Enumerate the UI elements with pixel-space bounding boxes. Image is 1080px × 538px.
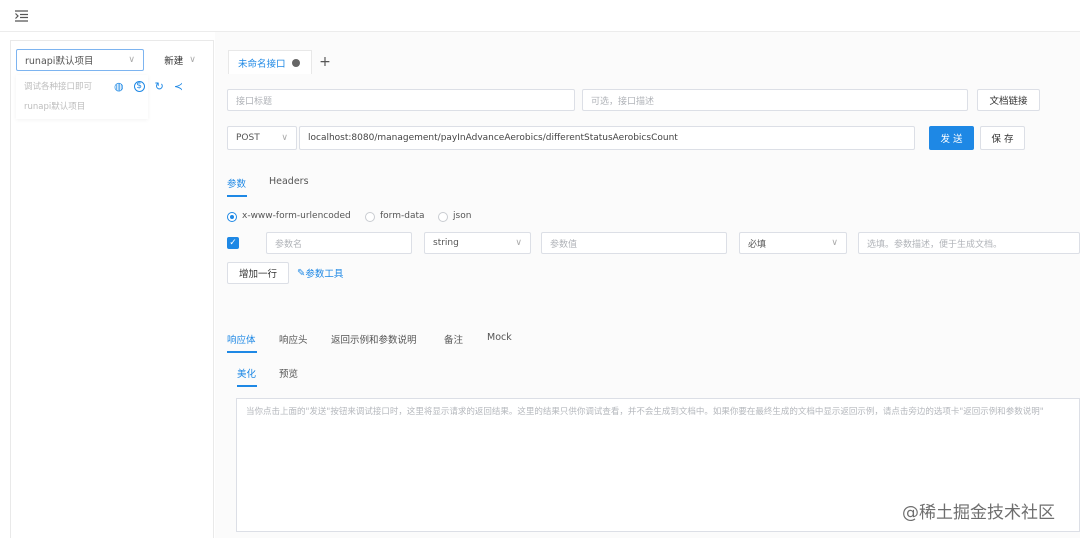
tab-preview[interactable]: 预览: [279, 366, 298, 380]
tab-params-underline: [227, 195, 247, 197]
api-desc-input[interactable]: 可选，接口描述: [582, 89, 968, 111]
refresh-icon[interactable]: ↻: [155, 80, 164, 93]
radio-json-label: json: [453, 211, 472, 221]
save-button[interactable]: 保 存: [980, 126, 1025, 150]
pencil-icon: ✎: [297, 267, 306, 279]
tab-headers[interactable]: Headers: [269, 176, 309, 187]
method-value: POST: [236, 133, 260, 143]
watermark: @稀土掘金技术社区: [902, 503, 1055, 523]
dropdown-item[interactable]: 调试各种接口即可: [24, 80, 92, 92]
param-tool-link[interactable]: ✎ 参数工具: [297, 266, 344, 281]
param-type-select[interactable]: string ∨: [424, 232, 531, 254]
url-value: localhost:8080/management/payInAdvanceAe…: [308, 133, 678, 143]
param-tool-label: 参数工具: [305, 269, 344, 280]
tab-response-body[interactable]: 响应体: [227, 332, 256, 346]
param-type-value: string: [433, 238, 459, 248]
url-input[interactable]: localhost:8080/management/payInAdvanceAe…: [299, 126, 915, 150]
sidebar: runapi默认项目 ∨ 新建 ∨ 调试各种接口即可 runapi默认项目 ◍ …: [10, 40, 214, 538]
tab-beautify[interactable]: 美化: [237, 366, 256, 380]
param-required-value: 必填: [748, 239, 767, 250]
tab-response-example[interactable]: 返回示例和参数说明: [331, 332, 417, 346]
project-select-value: runapi默认项目: [25, 56, 94, 67]
tab-mock[interactable]: Mock: [487, 332, 512, 343]
add-tab-button[interactable]: +: [317, 52, 333, 72]
chevron-down-icon: ∨: [281, 133, 288, 143]
param-value-input[interactable]: 参数值: [541, 232, 727, 254]
radio-urlencoded-label: x-www-form-urlencoded: [242, 211, 351, 221]
chevron-down-icon: ∨: [831, 238, 838, 248]
param-name-input[interactable]: 参数名: [266, 232, 412, 254]
tab-label: 未命名接口: [238, 58, 286, 70]
new-button-label: 新建: [164, 56, 184, 67]
close-icon[interactable]: [291, 58, 300, 67]
add-row-button[interactable]: 增加一行: [227, 262, 289, 284]
chevron-down-icon: ∨: [128, 55, 135, 65]
main-panel: 未命名接口 + 接口标题 可选，接口描述 文档链接 POST ∨ localho…: [215, 32, 1080, 538]
tab-notes[interactable]: 备注: [444, 332, 463, 346]
tab-active[interactable]: 未命名接口: [228, 50, 312, 74]
tab-params[interactable]: 参数: [227, 176, 246, 190]
radio-form-data-label: form-data: [380, 211, 425, 221]
chevron-down-icon: ∨: [515, 238, 522, 248]
project-select[interactable]: runapi默认项目 ∨: [16, 49, 144, 71]
indent-menu-icon[interactable]: [15, 10, 29, 22]
param-name-placeholder: 参数名: [275, 239, 303, 250]
dollar-circle-icon[interactable]: $: [133, 80, 145, 92]
sidebar-actions: ◍ $ ↻ ≺: [114, 79, 204, 93]
api-title-input[interactable]: 接口标题: [227, 89, 575, 111]
tab-beautify-underline: [237, 385, 257, 387]
chevron-down-icon: ∨: [189, 55, 196, 65]
tab-response-body-underline: [227, 351, 257, 353]
tab-response-headers[interactable]: 响应头: [279, 332, 308, 346]
radio-form-data[interactable]: [365, 212, 375, 222]
doc-link-button[interactable]: 文档链接: [977, 89, 1040, 111]
response-placeholder: 当你点击上面的"发送"按钮来调试接口时，这里将显示请求的返回结果。这里的结果只供…: [246, 407, 1044, 417]
param-enable-checkbox[interactable]: ✓: [227, 237, 239, 249]
dropdown-item[interactable]: runapi默认项目: [24, 100, 85, 112]
param-value-placeholder: 参数值: [550, 239, 578, 250]
send-button[interactable]: 发 送: [929, 126, 974, 150]
radio-json[interactable]: [438, 212, 448, 222]
api-desc-placeholder: 可选，接口描述: [591, 96, 655, 107]
radio-urlencoded[interactable]: [227, 212, 237, 222]
api-title-placeholder: 接口标题: [236, 96, 273, 107]
top-bar: [0, 0, 1080, 32]
method-select[interactable]: POST ∨: [227, 126, 297, 150]
param-required-select[interactable]: 必填 ∨: [739, 232, 847, 254]
param-desc-input[interactable]: 选填。参数描述，便于生成文档。: [858, 232, 1080, 254]
globe-icon[interactable]: ◍: [114, 80, 124, 93]
param-desc-placeholder: 选填。参数描述，便于生成文档。: [867, 239, 1003, 250]
share-icon[interactable]: ≺: [174, 80, 183, 93]
new-button[interactable]: 新建 ∨: [151, 49, 209, 71]
